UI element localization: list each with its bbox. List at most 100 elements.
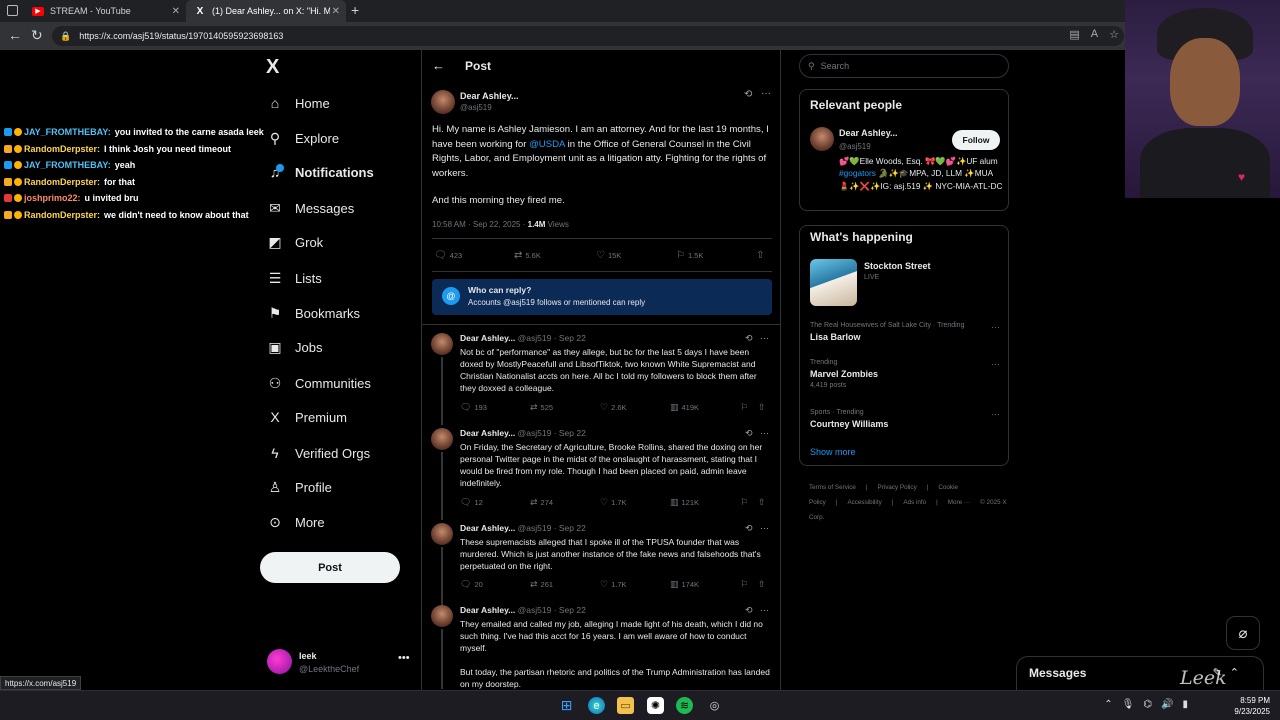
grok-floating-button[interactable]: ⌀ (1226, 616, 1260, 650)
more-dots-icon[interactable]: ··· (760, 605, 769, 615)
nav-item-explore[interactable]: ⚲ Explore (266, 125, 339, 151)
post-time[interactable]: 10:58 AM · Sep 22, 2025 · (432, 220, 528, 229)
app-icon[interactable]: ▤ (1069, 28, 1079, 41)
author-name[interactable]: Dear Ashley... (460, 523, 515, 533)
trend-item[interactable]: Sports · Trending Courtney Williams ··· (810, 409, 1000, 429)
reload-icon[interactable]: ↻ (31, 27, 43, 44)
footer-link[interactable]: Ads info (903, 499, 926, 506)
repost-button[interactable]: ⇄ 274 (530, 497, 553, 508)
author-handle-date[interactable]: @asj519 · Sep 22 (518, 428, 586, 438)
repost-button[interactable]: ⇄ 525 (530, 402, 553, 413)
footer-link[interactable]: Accessibility (847, 499, 881, 506)
avatar[interactable] (431, 605, 453, 627)
hashtag-link[interactable]: #gogators (839, 168, 876, 178)
footer-link[interactable]: Privacy Policy (878, 484, 917, 491)
chatgpt-icon[interactable]: ✺ (647, 697, 664, 714)
nav-item-messages[interactable]: ✉ Messages (266, 195, 354, 221)
footer-link[interactable]: Terms of Service (809, 484, 856, 491)
bookmark-button[interactable]: ⚐ 1.5K (676, 250, 703, 261)
nav-item-premium[interactable]: X Premium (266, 404, 347, 430)
follow-button[interactable]: Follow (952, 130, 1000, 150)
nav-item-lists[interactable]: ☰ Lists (266, 265, 322, 291)
reply-button[interactable]: 🗨 12 (460, 497, 483, 508)
favorite-star-icon[interactable]: ☆ (1109, 28, 1119, 41)
close-tab-icon[interactable]: ✕ (332, 6, 340, 17)
mention-link[interactable]: @USDA (529, 139, 565, 150)
repost-button[interactable]: ⇄ 5.6K (514, 250, 541, 261)
window-menu-icon[interactable] (7, 5, 18, 16)
like-button[interactable]: ♡ 2.6K (600, 402, 627, 413)
more-dots-icon[interactable]: ··· (991, 359, 1000, 369)
more-dots-icon[interactable]: ··· (760, 333, 769, 343)
share-button[interactable]: ⇧ (758, 402, 769, 413)
nav-item-verified-orgs[interactable]: ϟ Verified Orgs (266, 440, 370, 466)
nav-item-bookmarks[interactable]: ⚑ Bookmarks (266, 300, 360, 326)
trend-item[interactable]: Trending Marvel Zombies 4,419 posts ··· (810, 359, 1000, 389)
more-dots-icon[interactable]: ··· (760, 523, 769, 533)
post-button[interactable]: Post (260, 552, 400, 583)
grok-icon[interactable]: ⟲ (744, 89, 752, 100)
author-handle-date[interactable]: @asj519 · Sep 22 (518, 605, 586, 615)
nav-item-communities[interactable]: ⚇ Communities (266, 370, 371, 396)
grok-icon[interactable]: ⟲ (745, 428, 753, 438)
nav-item-jobs[interactable]: ▣ Jobs (266, 334, 322, 360)
volume-icon[interactable]: 🔊 (1161, 699, 1173, 710)
more-dots-icon[interactable]: ··· (991, 322, 1000, 332)
reply-button[interactable]: 🗨 20 (460, 579, 483, 590)
clock[interactable]: 8:59 PM 9/23/2025 (1234, 695, 1270, 717)
author-name[interactable]: Dear Ashley... (460, 428, 515, 438)
bookmark-button[interactable]: ⚐ (740, 402, 751, 413)
nav-item-more[interactable]: ⊙ More (266, 509, 325, 535)
avatar[interactable] (431, 90, 455, 114)
avatar[interactable] (810, 127, 834, 151)
windows-start-icon[interactable]: ⊞ (558, 697, 575, 714)
views-button[interactable]: ▥ 121K (670, 497, 699, 508)
reply-button[interactable]: 🗨 423 (434, 250, 462, 261)
share-button[interactable]: ⇧ (758, 497, 769, 508)
bookmark-button[interactable]: ⚐ (740, 579, 751, 590)
x-logo-icon[interactable]: X (266, 56, 279, 79)
show-more-link[interactable]: Show more (810, 447, 856, 457)
more-dots-icon[interactable]: ··· (991, 409, 1000, 419)
account-switcher[interactable]: Ieek @LeektheChef ••• (267, 648, 412, 678)
reply-button[interactable]: 🗨 193 (460, 402, 487, 413)
tab-x-post[interactable]: X (1) Dear Ashley... on X: "Hi. My na ✕ (186, 0, 346, 22)
views-button[interactable]: ▥ 174K (670, 579, 699, 590)
author-handle[interactable]: @asj519 (460, 103, 492, 112)
read-aloud-icon[interactable]: A (1091, 28, 1098, 41)
avatar[interactable] (431, 333, 453, 355)
author-handle-date[interactable]: @asj519 · Sep 22 (518, 333, 586, 343)
share-button[interactable]: ⇧ (756, 250, 767, 261)
obs-icon[interactable]: ◎ (706, 697, 723, 714)
author-name[interactable]: Dear Ashley... (460, 91, 519, 101)
back-icon[interactable]: ← (8, 27, 22, 43)
grok-icon[interactable]: ⟲ (745, 605, 753, 615)
live-event[interactable]: Stockton Street LIVE (864, 261, 931, 281)
chevron-up-icon[interactable]: ⌃ (1104, 699, 1112, 710)
footer-link[interactable]: More ··· (948, 499, 970, 506)
person-name[interactable]: Dear Ashley... (839, 128, 898, 138)
file-explorer-icon[interactable]: ▭ (617, 697, 634, 714)
trend-item[interactable]: The Real Housewives of Salt Lake City · … (810, 322, 1000, 342)
more-dots-icon[interactable]: ··· (760, 428, 769, 438)
like-button[interactable]: ♡ 15K (596, 250, 621, 261)
share-button[interactable]: ⇧ (758, 579, 769, 590)
microphone-icon[interactable]: 🎙 (1122, 699, 1135, 710)
person-handle[interactable]: @asj519 (839, 142, 871, 151)
spotify-icon[interactable]: ≋ (676, 697, 693, 714)
more-dots-icon[interactable]: ··· (761, 88, 771, 99)
search-input[interactable]: ⚲ Search (799, 54, 1009, 78)
like-button[interactable]: ♡ 1.7K (600, 497, 627, 508)
more-dots-icon[interactable]: ••• (398, 652, 410, 664)
live-event-thumbnail[interactable] (810, 259, 857, 306)
network-icon[interactable]: ⌬ (1143, 699, 1152, 710)
nav-item-notifications[interactable]: ♫ Notifications (266, 159, 374, 185)
nav-item-home[interactable]: ⌂ Home (266, 90, 330, 116)
avatar[interactable] (431, 428, 453, 450)
nav-item-grok[interactable]: ◩ Grok (266, 229, 323, 255)
views-button[interactable]: ▥ 419K (670, 402, 699, 413)
grok-icon[interactable]: ⟲ (745, 523, 753, 533)
tab-youtube[interactable]: ▶ STREAM - YouTube ✕ (24, 0, 186, 22)
close-tab-icon[interactable]: ✕ (172, 6, 180, 17)
repost-button[interactable]: ⇄ 261 (530, 579, 553, 590)
